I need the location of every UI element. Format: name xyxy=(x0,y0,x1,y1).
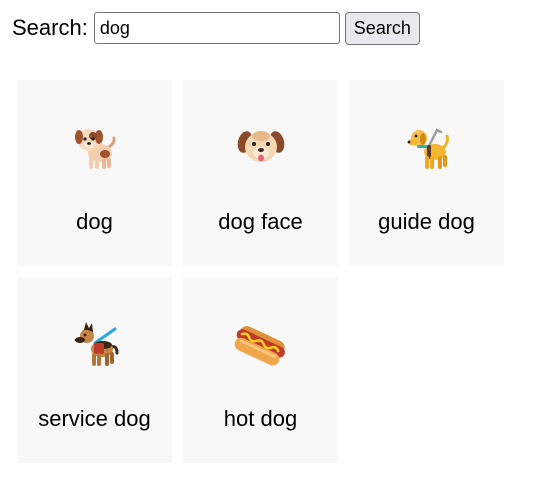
result-label: guide dog xyxy=(378,209,475,234)
hot-dog-icon xyxy=(233,315,289,371)
results-grid: dog dog face guide dog service dog hot d… xyxy=(17,80,504,463)
service-dog-icon xyxy=(67,315,123,371)
search-button[interactable]: Search xyxy=(344,11,420,45)
result-label: dog face xyxy=(218,209,303,234)
result-card-dog-face[interactable]: dog face xyxy=(183,80,338,266)
result-card-service-dog[interactable]: service dog xyxy=(17,277,172,463)
result-card-guide-dog[interactable]: guide dog xyxy=(349,80,504,266)
result-label: service dog xyxy=(38,406,151,431)
guide-dog-icon xyxy=(399,118,455,174)
result-label: dog xyxy=(76,209,113,234)
search-label: Search: xyxy=(12,15,88,40)
result-label: hot dog xyxy=(223,406,298,431)
dog-icon xyxy=(67,118,123,174)
search-bar: Search: Search xyxy=(12,11,420,45)
search-input[interactable] xyxy=(93,12,340,44)
result-card-hot-dog[interactable]: hot dog xyxy=(183,277,338,463)
dog-face-icon xyxy=(233,118,289,174)
result-card-dog[interactable]: dog xyxy=(17,80,172,266)
